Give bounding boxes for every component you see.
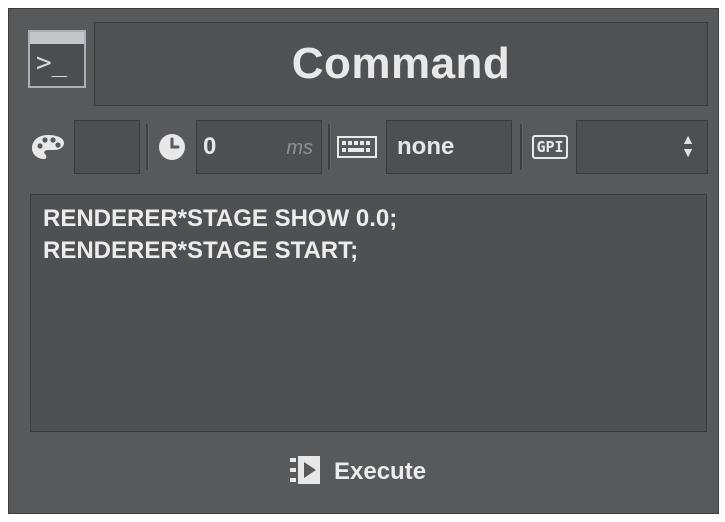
delay-input[interactable]: 0 ms: [196, 120, 322, 174]
execute-icon: [290, 454, 322, 491]
execute-button[interactable]: Execute: [290, 452, 426, 492]
palette-icon: [28, 130, 68, 164]
command-editor[interactable]: RENDERER*STAGE SHOW 0.0; RENDERER*STAGE …: [30, 194, 707, 432]
shortcut-input[interactable]: none: [386, 120, 512, 174]
gpi-icon: GPI: [530, 132, 570, 162]
page-title: Command: [291, 39, 511, 88]
select-arrows-icon: ▲ ▼: [681, 131, 695, 160]
title-field[interactable]: Command: [94, 22, 708, 106]
shortcut-value: none: [397, 133, 455, 160]
toolbar-divider: [328, 124, 331, 170]
execute-label: Execute: [334, 458, 427, 485]
delay-value: 0: [203, 133, 217, 160]
command-line: RENDERER*STAGE SHOW 0.0;: [43, 205, 398, 232]
color-swatch[interactable]: [74, 120, 140, 174]
keyboard-icon: [334, 132, 380, 162]
toolbar-divider: [520, 124, 523, 170]
command-line: RENDERER*STAGE START;: [43, 237, 359, 264]
toolbar-divider: [146, 124, 149, 170]
delay-unit: ms: [286, 137, 313, 159]
gpi-select[interactable]: ▲ ▼: [576, 120, 708, 174]
terminal-icon: >_: [28, 30, 86, 88]
clock-icon: [154, 130, 190, 164]
